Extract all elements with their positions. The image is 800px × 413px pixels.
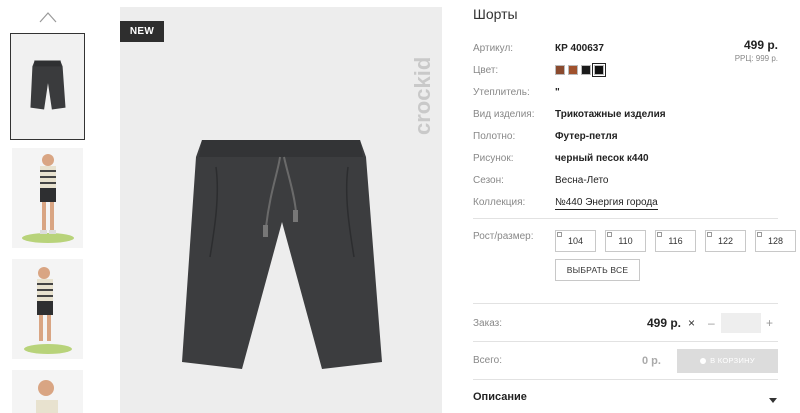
thumbnail-model-front[interactable]	[12, 148, 83, 248]
size-value: 122	[717, 236, 734, 246]
divider	[473, 341, 778, 342]
shorts-image	[182, 140, 382, 369]
rrp-price: РРЦ: 999 р.	[734, 54, 778, 63]
size-selector: 104 110 116 122 128	[555, 230, 796, 252]
cart-icon	[700, 358, 707, 365]
collection-label: Коллекция:	[473, 197, 526, 208]
add-to-cart-button[interactable]: В КОРЗИНУ	[677, 349, 778, 373]
pattern-value: черный песок к440	[555, 153, 649, 164]
item-type-label: Вид изделия:	[473, 109, 535, 120]
size-value: 128	[767, 236, 784, 246]
size-option-122[interactable]: 122	[705, 230, 746, 252]
fabric-label: Полотно:	[473, 131, 516, 142]
season-label: Сезон:	[473, 175, 504, 186]
size-option-110[interactable]: 110	[605, 230, 646, 252]
size-checkbox-icon	[707, 232, 712, 237]
description-heading[interactable]: Описание	[473, 391, 527, 403]
size-label: Рост/размер:	[473, 231, 534, 242]
thumbnail-model-side[interactable]	[12, 259, 83, 359]
size-checkbox-icon	[607, 232, 612, 237]
size-checkbox-icon	[657, 232, 662, 237]
product-title: Шорты	[473, 6, 518, 22]
chevron-down-icon[interactable]	[768, 392, 778, 403]
order-price: 499 р.	[647, 316, 682, 330]
remove-order-icon[interactable]: ×	[688, 316, 695, 330]
divider	[473, 303, 778, 304]
color-label: Цвет:	[473, 65, 499, 76]
color-swatch-black[interactable]	[581, 65, 591, 75]
order-label: Заказ:	[473, 318, 503, 329]
color-swatch-brown[interactable]	[555, 65, 565, 75]
new-badge: NEW	[120, 21, 164, 42]
divider	[473, 379, 778, 380]
thumbnails-up-arrow-icon[interactable]	[38, 10, 58, 24]
color-swatches	[555, 63, 606, 77]
size-value: 116	[668, 236, 683, 246]
brand-logo-text: crockid	[410, 57, 435, 135]
collection-link[interactable]: №440 Энергия города	[555, 197, 658, 210]
item-type-value: Трикотажные изделия	[555, 109, 666, 120]
article-value: КР 400637	[555, 43, 604, 54]
divider	[473, 218, 778, 219]
add-to-cart-label: В КОРЗИНУ	[710, 356, 755, 365]
article-label: Артикул:	[473, 43, 514, 54]
size-option-104[interactable]: 104	[555, 230, 596, 252]
pattern-label: Рисунок:	[473, 153, 514, 164]
season-value: Весна-Лето	[555, 175, 609, 186]
select-all-sizes-button[interactable]: ВЫБРАТЬ ВСЕ	[555, 259, 640, 281]
size-option-116[interactable]: 116	[655, 230, 696, 252]
total-label: Всего:	[473, 355, 502, 366]
insulation-value: "	[555, 87, 560, 98]
decrease-quantity-button[interactable]: –	[708, 316, 715, 330]
size-checkbox-icon	[757, 232, 762, 237]
size-option-128[interactable]: 128	[755, 230, 796, 252]
quantity-input[interactable]	[721, 313, 761, 333]
product-price: 499 р.	[743, 38, 778, 52]
size-checkbox-icon	[557, 232, 562, 237]
increase-quantity-button[interactable]: +	[766, 316, 773, 330]
size-value: 104	[567, 236, 584, 246]
insulation-label: Утеплитель:	[473, 87, 530, 98]
color-swatch-rust[interactable]	[568, 65, 578, 75]
color-swatch-black-selected[interactable]	[592, 63, 606, 77]
brand-logo: crockid	[402, 7, 442, 147]
thumbnail-model-closeup[interactable]	[12, 370, 83, 413]
thumbnail-shorts[interactable]	[10, 33, 85, 140]
size-value: 110	[618, 236, 633, 246]
fabric-value: Футер-петля	[555, 131, 618, 142]
main-product-image: NEW crockid	[120, 7, 442, 413]
total-value: 0 р.	[642, 355, 661, 367]
